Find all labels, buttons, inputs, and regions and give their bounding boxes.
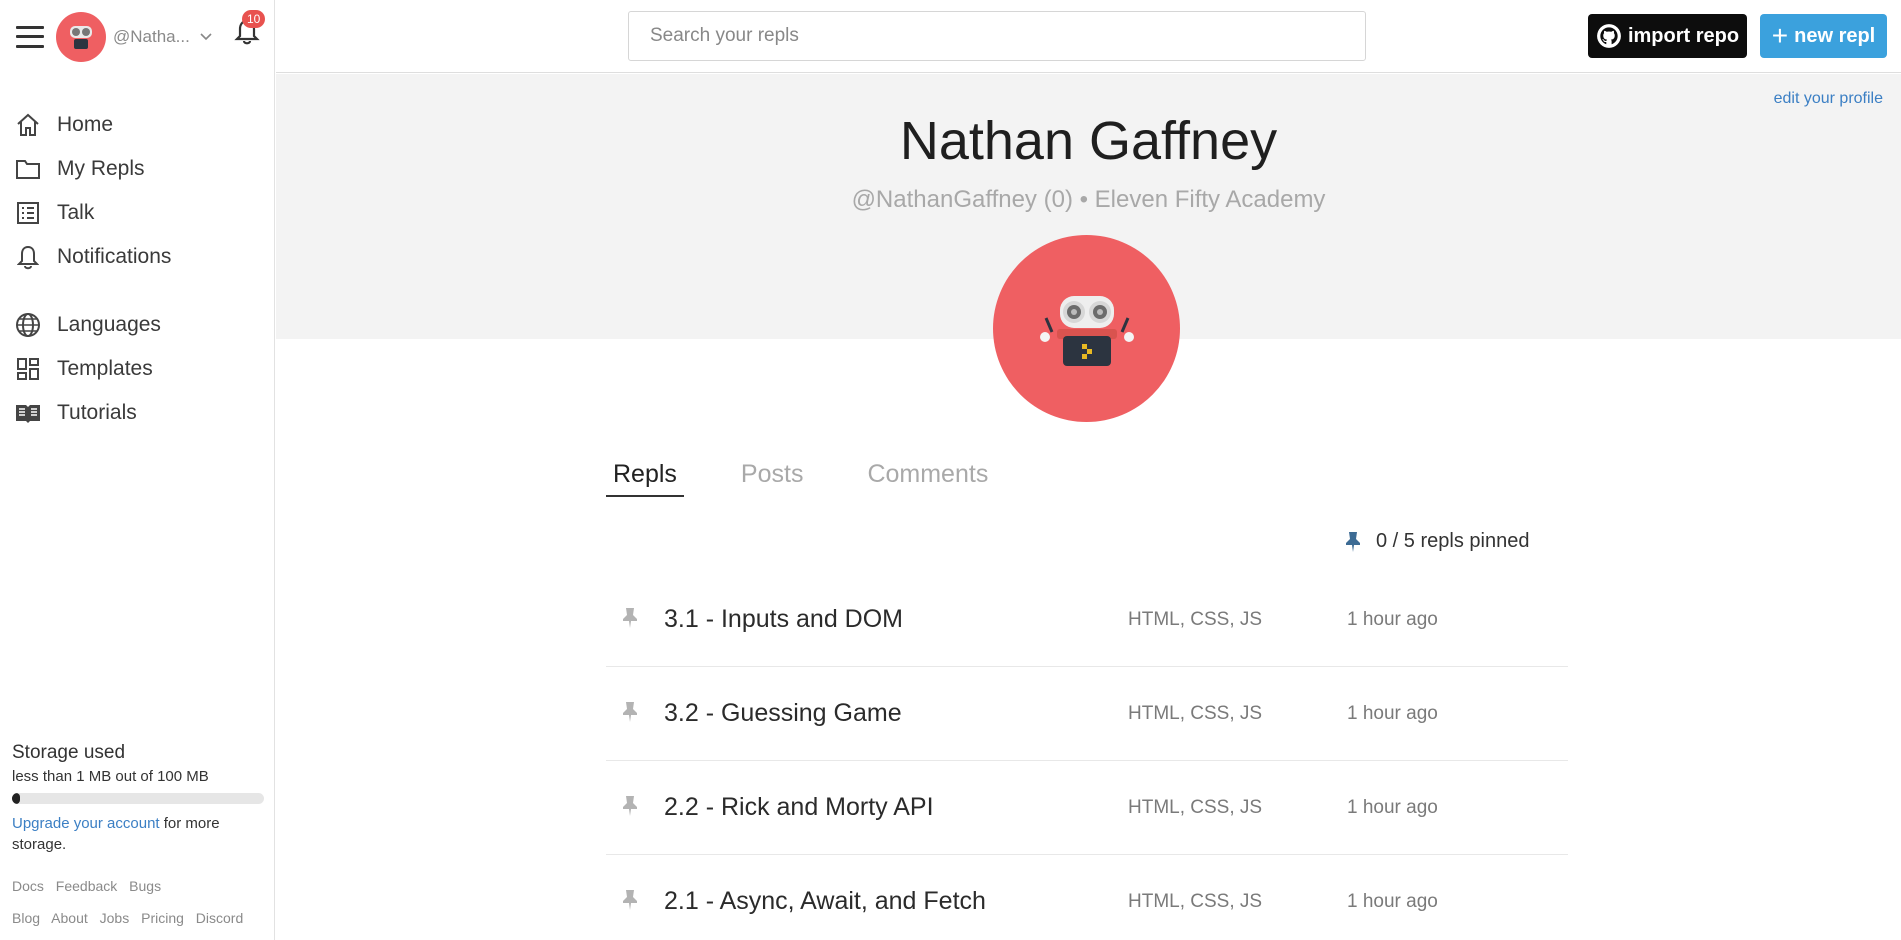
pin-icon[interactable] <box>621 701 639 723</box>
sidebar-item-notifications[interactable]: Notifications <box>0 235 274 279</box>
hamburger-menu-icon[interactable] <box>16 25 44 48</box>
repl-time: 1 hour ago <box>1347 890 1438 912</box>
top-header: import repo + new repl <box>276 0 1901 73</box>
import-repo-button[interactable]: import repo <box>1588 14 1747 58</box>
repl-languages: HTML, CSS, JS <box>1128 702 1263 724</box>
table-row[interactable]: 2.1 - Async, Await, and Fetch HTML, CSS,… <box>606 855 1568 940</box>
pinned-count: 0 / 5 repls pinned <box>1344 530 1529 553</box>
storage-bar <box>12 793 264 804</box>
table-row[interactable]: 2.2 - Rick and Morty API HTML, CSS, JS 1… <box>606 761 1568 855</box>
tab-comments[interactable]: Comments <box>860 460 995 497</box>
globe-icon <box>14 311 42 339</box>
sidebar-item-label: Languages <box>57 313 161 336</box>
sidebar-item-tutorials[interactable]: Tutorials <box>0 391 274 435</box>
sidebar-top: @Natha... 10 <box>0 0 274 73</box>
repl-title[interactable]: 3.2 - Guessing Game <box>664 699 902 728</box>
repl-title[interactable]: 2.2 - Rick and Morty API <box>664 793 934 822</box>
pinned-count-text: 0 / 5 repls pinned <box>1376 530 1530 552</box>
profile-name: Nathan Gaffney <box>899 111 1278 171</box>
new-repl-label: new repl <box>1794 24 1876 47</box>
search-input[interactable] <box>628 11 1366 61</box>
repl-time: 1 hour ago <box>1347 608 1438 630</box>
edit-profile-link[interactable]: edit your profile <box>1774 90 1883 108</box>
list-icon <box>14 199 42 227</box>
repl-languages: HTML, CSS, JS <box>1128 608 1263 630</box>
footer-link-discord[interactable]: Discord <box>196 910 243 926</box>
sidebar-item-label: Notifications <box>57 245 172 268</box>
sidebar: @Natha... 10 Home My Repls Talk Notifica… <box>0 0 275 940</box>
pin-icon[interactable] <box>621 607 639 629</box>
notification-bell[interactable]: 10 <box>234 10 266 48</box>
plus-icon: + <box>1771 20 1789 51</box>
github-icon <box>1597 24 1621 48</box>
profile-handle: @NathanGaffney (0) • Eleven Fifty Academ… <box>851 186 1326 213</box>
profile-tabs: Repls Posts Comments <box>606 460 1045 497</box>
footer-link-pricing[interactable]: Pricing <box>141 910 184 926</box>
storage-bar-fill <box>12 793 20 804</box>
notification-badge: 10 <box>242 10 266 28</box>
sidebar-item-home[interactable]: Home <box>0 103 274 147</box>
folder-icon <box>14 155 42 183</box>
sidebar-item-label: Templates <box>57 357 153 380</box>
storage-detail: less than 1 MB out of 100 MB <box>12 768 209 785</box>
pin-icon[interactable] <box>621 795 639 817</box>
sidebar-nav: Home My Repls Talk Notifications Languag… <box>0 103 274 435</box>
sidebar-item-my-repls[interactable]: My Repls <box>0 147 274 191</box>
repl-languages: HTML, CSS, JS <box>1128 890 1263 912</box>
repl-time: 1 hour ago <box>1347 702 1438 724</box>
username-short[interactable]: @Natha... <box>113 27 190 47</box>
home-icon <box>14 111 42 139</box>
upgrade-text: Upgrade your account for more storage. <box>12 813 264 855</box>
robot-avatar-icon <box>70 25 92 49</box>
robot-avatar-icon <box>1039 295 1134 366</box>
repl-title[interactable]: 3.1 - Inputs and DOM <box>664 605 903 634</box>
footer-link-about[interactable]: About <box>51 910 88 926</box>
footer-link-feedback[interactable]: Feedback <box>56 878 117 894</box>
new-repl-button[interactable]: + new repl <box>1760 14 1887 58</box>
tab-posts[interactable]: Posts <box>734 460 811 497</box>
table-row[interactable]: 3.2 - Guessing Game HTML, CSS, JS 1 hour… <box>606 667 1568 761</box>
footer-link-blog[interactable]: Blog <box>12 910 40 926</box>
sidebar-item-label: Tutorials <box>57 401 137 424</box>
sidebar-item-templates[interactable]: Templates <box>0 347 274 391</box>
footer-links-row-2: Blog About Jobs Pricing Discord <box>12 910 272 926</box>
footer-link-bugs[interactable]: Bugs <box>129 878 161 894</box>
repl-languages: HTML, CSS, JS <box>1128 796 1263 818</box>
sidebar-item-languages[interactable]: Languages <box>0 303 274 347</box>
chevron-down-icon[interactable] <box>200 31 212 43</box>
repl-time: 1 hour ago <box>1347 796 1438 818</box>
storage-panel: Storage used less than 1 MB out of 100 M… <box>12 742 264 855</box>
sidebar-item-talk[interactable]: Talk <box>0 191 274 235</box>
avatar[interactable] <box>56 11 106 62</box>
sidebar-item-label: My Repls <box>57 157 145 180</box>
storage-title: Storage used <box>12 742 126 763</box>
repl-list: 3.1 - Inputs and DOM HTML, CSS, JS 1 hou… <box>606 573 1568 940</box>
upgrade-account-link[interactable]: Upgrade your account <box>12 815 160 832</box>
book-icon <box>14 399 42 427</box>
profile-avatar <box>993 235 1180 422</box>
footer-link-docs[interactable]: Docs <box>12 878 44 894</box>
repl-title[interactable]: 2.1 - Async, Await, and Fetch <box>664 887 986 916</box>
tab-repls[interactable]: Repls <box>606 460 684 497</box>
import-repo-label: import repo <box>1627 24 1740 47</box>
sidebar-item-label: Home <box>57 113 114 136</box>
sidebar-item-label: Talk <box>57 201 95 224</box>
templates-icon <box>14 355 42 383</box>
footer-link-jobs[interactable]: Jobs <box>100 910 130 926</box>
pin-icon <box>1346 531 1360 552</box>
footer-links-row-1: Docs Feedback Bugs <box>12 878 272 894</box>
pin-icon[interactable] <box>621 889 639 911</box>
bell-icon <box>14 243 42 271</box>
table-row[interactable]: 3.1 - Inputs and DOM HTML, CSS, JS 1 hou… <box>606 573 1568 667</box>
